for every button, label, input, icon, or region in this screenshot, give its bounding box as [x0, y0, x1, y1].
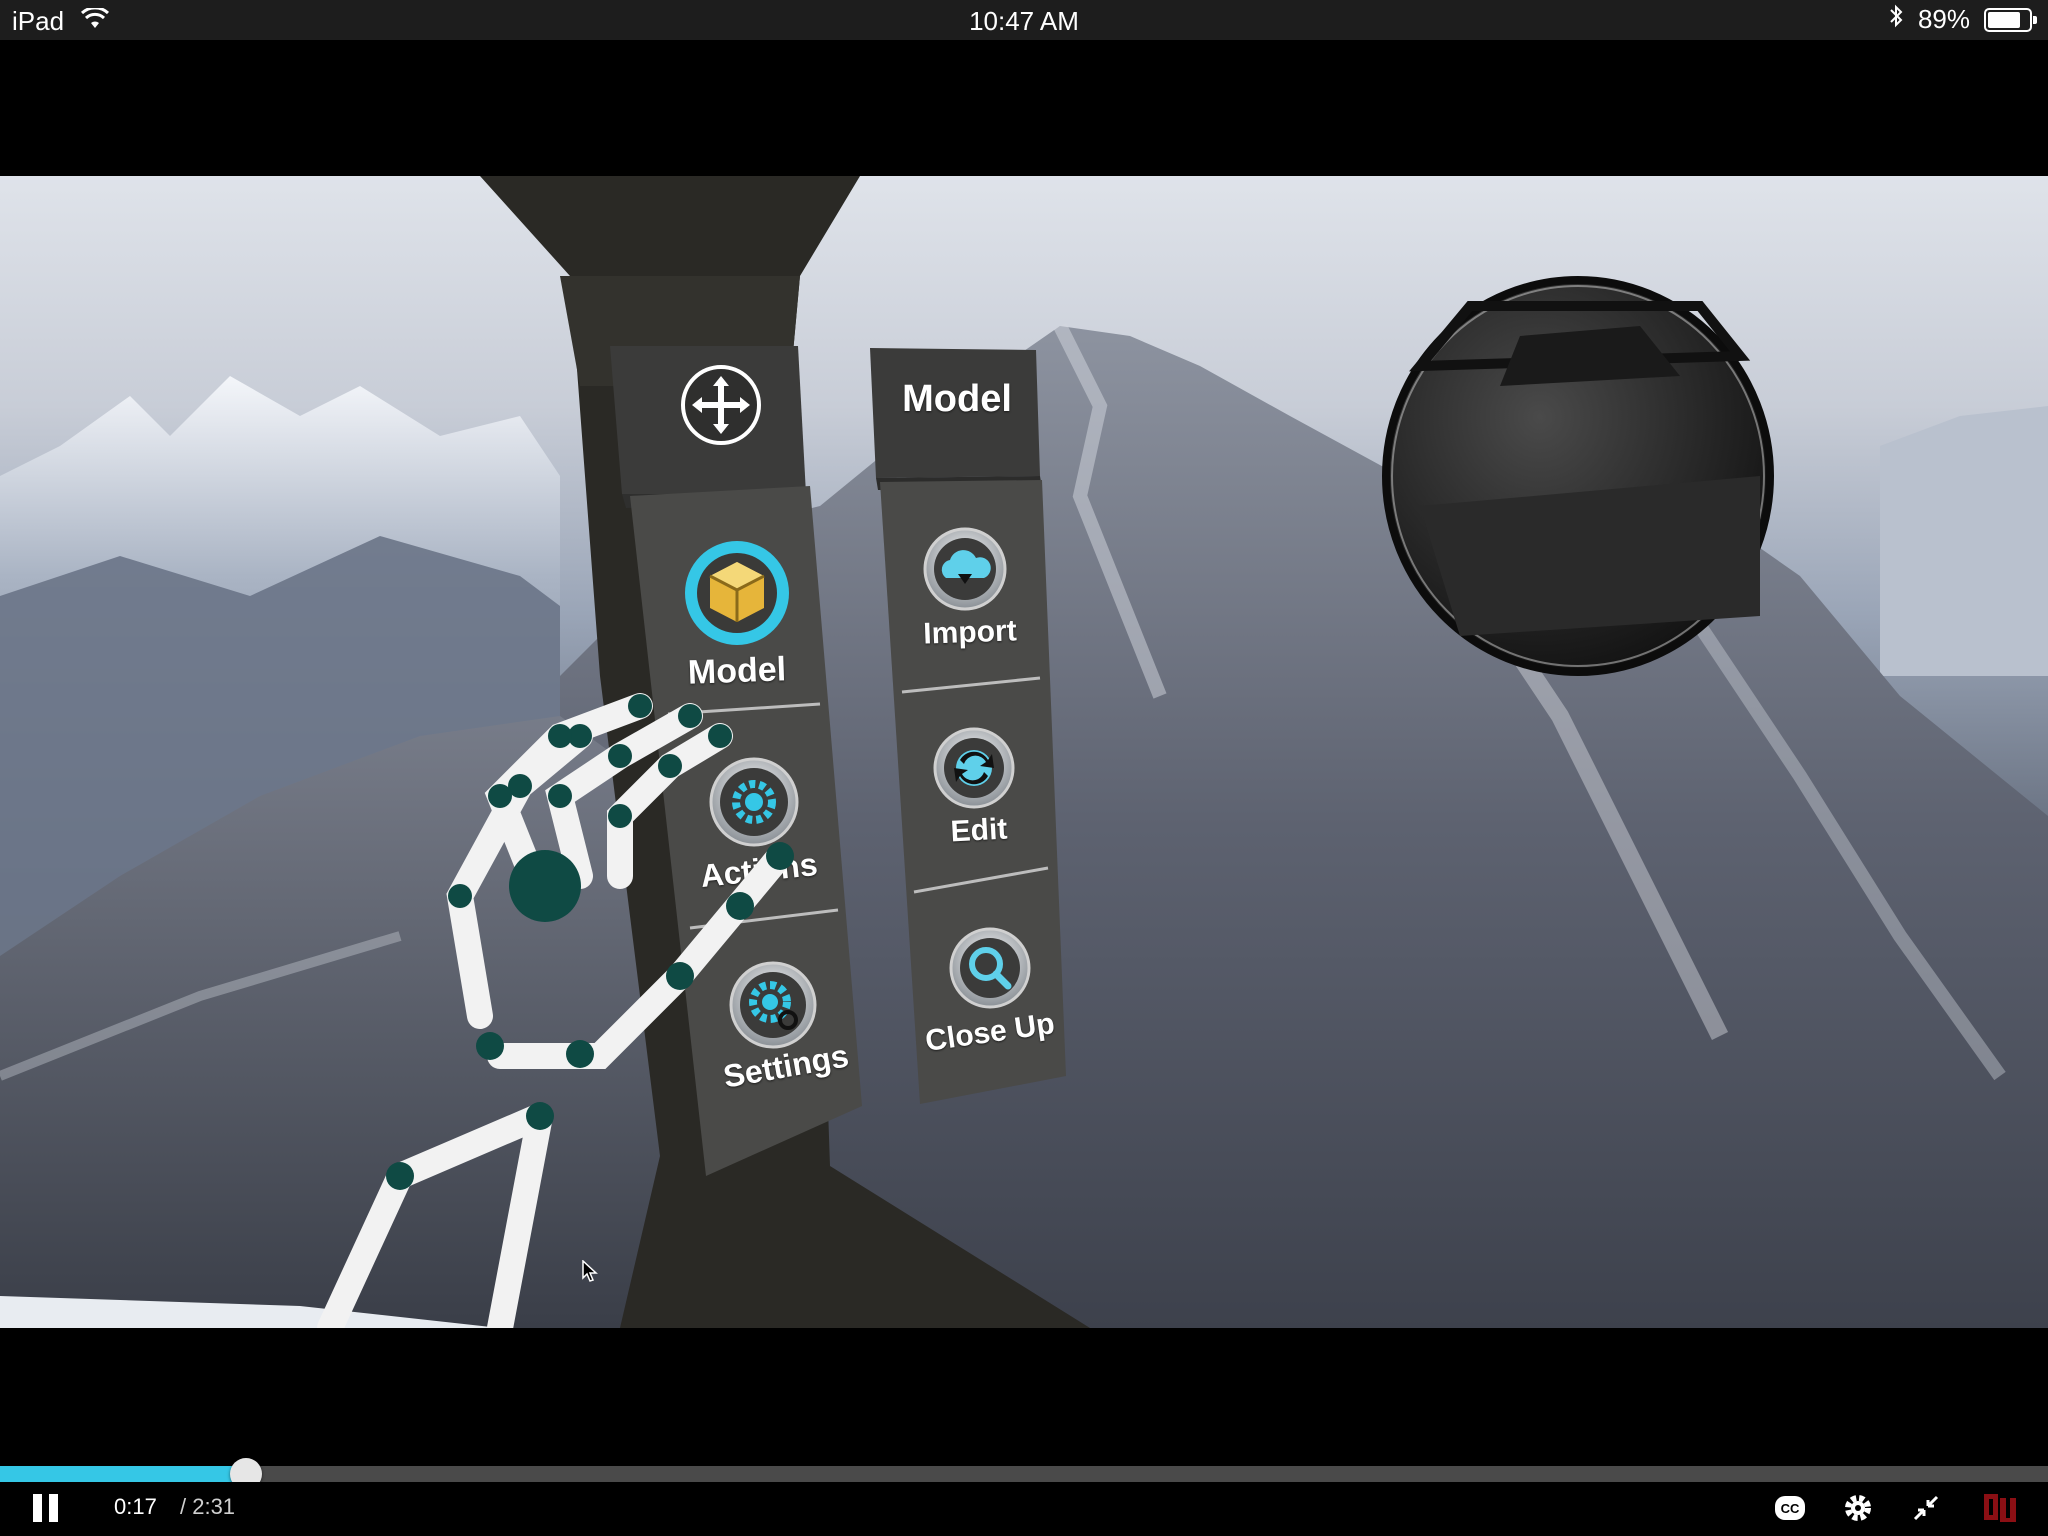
- progress-bar[interactable]: [0, 1458, 2048, 1490]
- player-controls: 0:17 / 2:31 CC: [0, 1482, 2048, 1536]
- mouse-cursor-icon: [582, 1260, 598, 1282]
- svg-text:CC: CC: [1781, 1501, 1800, 1516]
- sphere-object[interactable]: [0, 176, 2048, 1328]
- pause-icon[interactable]: [26, 1488, 66, 1528]
- battery-icon: [1984, 7, 2037, 32]
- closed-captions-icon[interactable]: CC: [1770, 1488, 1810, 1528]
- duration: / 2:31: [180, 1494, 236, 1519]
- bluetooth-icon: [1888, 4, 1904, 35]
- video-frame[interactable]: Model Actions Settings Model Import Edit…: [0, 176, 2048, 1328]
- exit-fullscreen-icon[interactable]: [1906, 1488, 1946, 1528]
- battery-percent: 89%: [1917, 4, 1970, 34]
- progress-fill: [0, 1466, 246, 1482]
- settings-gear-icon[interactable]: [1838, 1488, 1878, 1528]
- current-time: 0:17: [114, 1494, 157, 1519]
- ou-logo[interactable]: [1980, 1488, 2020, 1528]
- status-time: 10:47 AM: [969, 6, 1079, 36]
- status-bar: iPad 10:47 AM 89%: [0, 0, 2048, 40]
- battery-fill: [1988, 11, 2021, 28]
